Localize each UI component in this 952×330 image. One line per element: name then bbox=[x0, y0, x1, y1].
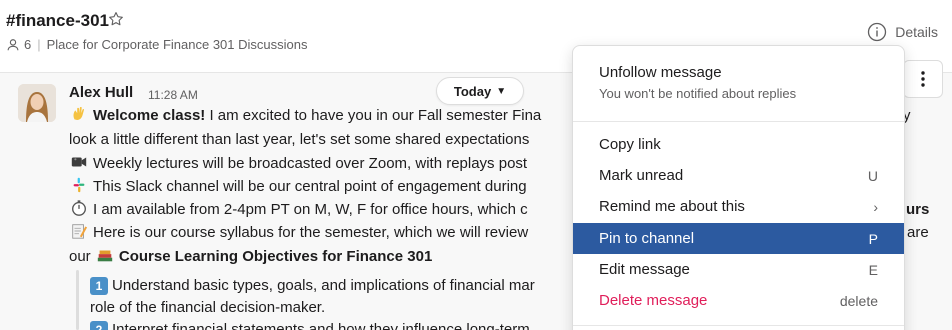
quote-bar bbox=[76, 270, 79, 330]
message-line: Welcome class! I am excited to have you … bbox=[69, 105, 541, 126]
message-line: I am available from 2-4pm PT on M, W, F … bbox=[69, 199, 528, 220]
objectives-title: Course Learning Objectives for Finance 3… bbox=[118, 248, 433, 265]
menu-item-shortcut: P bbox=[868, 230, 878, 247]
unfollow-sublabel: You won't be notified about replies bbox=[599, 86, 797, 101]
message-line: This Slack channel will be our central p… bbox=[69, 176, 527, 197]
objective-text: role of the financial decision-maker. bbox=[90, 299, 326, 316]
video-camera-icon bbox=[71, 157, 87, 167]
message-timestamp[interactable]: 11:28 AM bbox=[148, 88, 198, 102]
message-context-menu: Unfollow message You won't be notified a… bbox=[572, 45, 905, 330]
menu-item-shortcut: delete bbox=[839, 292, 878, 309]
message-line: our Course Learning Objectives for Finan… bbox=[69, 246, 432, 267]
menu-divider bbox=[573, 325, 904, 326]
menu-item-remind[interactable]: Remind me about this › bbox=[573, 191, 904, 222]
meta-separator: | bbox=[37, 37, 41, 52]
person-icon[interactable] bbox=[6, 38, 20, 52]
menu-item-copy-link[interactable]: Copy link bbox=[573, 129, 904, 160]
welcome-bold: Welcome class! bbox=[93, 107, 206, 124]
objective-text: Interpret financial statements and how t… bbox=[112, 321, 530, 330]
message-line: Here is our course syllabus for the seme… bbox=[69, 222, 528, 243]
details-label: Details bbox=[895, 24, 938, 40]
number-badge: 1 bbox=[90, 277, 108, 295]
stopwatch-icon bbox=[72, 200, 86, 216]
slack-logo-icon bbox=[73, 177, 85, 193]
menu-item-label: Mark unread bbox=[599, 167, 684, 184]
message-text: Weekly lectures will be broadcasted over… bbox=[93, 155, 528, 172]
message-line: Weekly lectures will be broadcasted over… bbox=[69, 153, 527, 174]
menu-item-label: Pin to channel bbox=[599, 230, 695, 247]
member-count[interactable]: 6 bbox=[24, 37, 31, 52]
unfollow-label: Unfollow message bbox=[599, 64, 722, 81]
channel-title[interactable]: #finance-301 bbox=[6, 11, 109, 31]
avatar[interactable] bbox=[18, 84, 56, 122]
star-icon[interactable] bbox=[107, 10, 125, 28]
message-text: I am available from 2-4pm PT on M, W, F … bbox=[93, 201, 528, 218]
date-divider-pill[interactable]: Today ▼ bbox=[436, 77, 524, 105]
objective-text: Understand basic types, goals, and impli… bbox=[112, 277, 535, 294]
channel-meta: 6 | Place for Corporate Finance 301 Disc… bbox=[6, 37, 307, 52]
message-text: This Slack channel will be our central p… bbox=[93, 178, 527, 195]
more-actions-button[interactable] bbox=[903, 60, 943, 98]
date-label: Today bbox=[453, 83, 492, 99]
chevron-right-icon: › bbox=[873, 198, 878, 215]
memo-icon bbox=[72, 224, 88, 239]
books-icon bbox=[97, 250, 113, 262]
menu-item-unfollow[interactable]: Unfollow message You won't be notified a… bbox=[599, 64, 796, 101]
more-vertical-icon bbox=[921, 71, 925, 87]
menu-item-label: Edit message bbox=[599, 261, 690, 278]
chevron-down-icon: ▼ bbox=[496, 85, 507, 97]
channel-description: Place for Corporate Finance 301 Discussi… bbox=[46, 37, 308, 52]
wave-icon bbox=[73, 107, 85, 120]
message-text: our bbox=[69, 248, 91, 265]
avatar-image bbox=[18, 84, 56, 122]
message-text: look a little different than last year, … bbox=[69, 131, 530, 148]
message-text-fragment: are bbox=[907, 224, 929, 241]
message-text: Here is our course syllabus for the seme… bbox=[93, 224, 529, 241]
info-icon bbox=[868, 22, 887, 42]
details-button[interactable]: Details bbox=[867, 22, 938, 42]
menu-item-mark-unread[interactable]: Mark unread U bbox=[573, 160, 904, 191]
number-badge: 2 bbox=[90, 321, 108, 330]
menu-item-shortcut: E bbox=[868, 261, 878, 278]
menu-item-label: Copy link bbox=[599, 136, 661, 153]
menu-divider bbox=[573, 121, 904, 122]
message-line: look a little different than last year, … bbox=[69, 130, 529, 150]
menu-item-shortcut: U bbox=[867, 167, 878, 184]
message-text: I am excited to have you in our Fall sem… bbox=[205, 107, 542, 124]
menu-item-delete-message[interactable]: Delete message delete bbox=[573, 285, 904, 316]
objective-line: 1 Understand basic types, goals, and impl… bbox=[90, 276, 535, 296]
menu-item-label: Remind me about this bbox=[599, 198, 745, 215]
menu-item-label: Delete message bbox=[599, 292, 708, 309]
message-author[interactable]: Alex Hull bbox=[69, 84, 133, 101]
menu-item-pin-to-channel[interactable]: Pin to channel P bbox=[573, 223, 904, 254]
objective-line: 2 Interpret financial statements and how … bbox=[90, 320, 530, 330]
menu-item-edit-message[interactable]: Edit message E bbox=[573, 254, 904, 285]
message-text-fragment: urs bbox=[906, 201, 930, 218]
objective-line: role of the financial decision-maker. bbox=[90, 298, 325, 318]
